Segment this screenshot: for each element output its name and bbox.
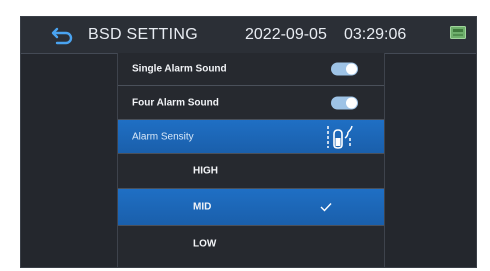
time-display: 03:29:06 [344,26,407,43]
option-label: MID [193,201,212,213]
sensitivity-option-high[interactable]: HIGH [118,154,384,189]
toggle-knob [346,63,357,75]
four-alarm-toggle[interactable] [331,96,358,109]
sensitivity-option-mid[interactable]: MID [118,189,384,226]
four-alarm-label: Four Alarm Sound [132,97,219,108]
date-display: 2022-09-05 [245,26,327,43]
header-bar: BSD SETTING 2022-09-05 03:29:06 [21,17,476,54]
option-label: LOW [193,238,217,249]
sensitivity-option-low[interactable]: LOW [118,226,384,261]
settings-menu: Single Alarm Sound Four Alarm Sound Alar… [117,53,385,267]
back-arrow-icon[interactable] [51,23,75,47]
single-alarm-toggle[interactable] [331,62,358,76]
device-screen: BSD SETTING 2022-09-05 03:29:06 Single A… [20,16,477,268]
four-alarm-row[interactable]: Four Alarm Sound [118,86,384,120]
blind-spot-sensor-icon [327,125,353,149]
checkmark-icon [320,203,332,212]
page-title: BSD SETTING [88,26,198,43]
alarm-sensitivity-row[interactable]: Alarm Sensity [118,120,384,154]
single-alarm-row[interactable]: Single Alarm Sound [118,53,384,86]
single-alarm-label: Single Alarm Sound [132,63,227,75]
toggle-knob [346,97,357,108]
sd-card-icon [450,26,466,39]
option-label: HIGH [193,165,218,177]
alarm-sensitivity-label: Alarm Sensity [132,131,194,142]
